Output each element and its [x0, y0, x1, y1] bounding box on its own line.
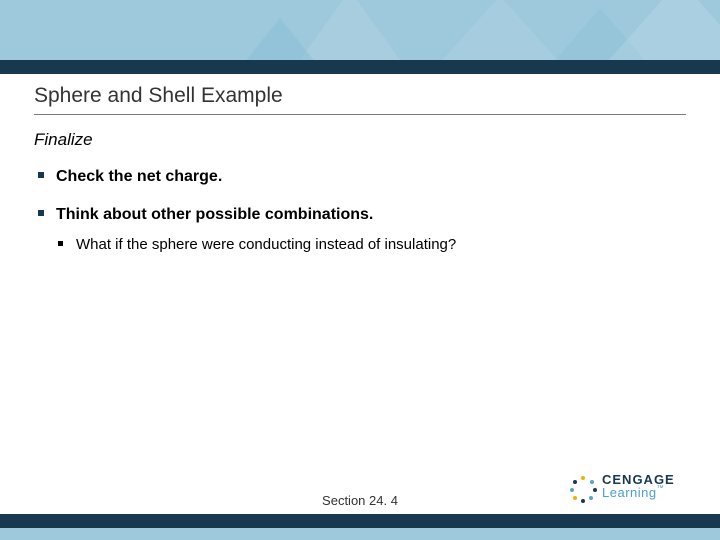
bullet-list: Check the net charge. Think about other …	[34, 166, 680, 255]
trademark-icon: ™	[657, 485, 665, 492]
footer-dark-band	[0, 514, 720, 528]
sub-bullet-list: What if the sphere were conducting inste…	[56, 235, 680, 255]
bullet-text: Check the net charge.	[56, 168, 222, 185]
slide: Sphere and Shell Example Finalize Check …	[0, 0, 720, 540]
sub-bullet-text: What if the sphere were conducting inste…	[76, 236, 456, 253]
title-area: Sphere and Shell Example	[34, 84, 686, 115]
list-item: Check the net charge.	[34, 166, 680, 188]
header-dark-band	[0, 60, 720, 74]
footer-light-band	[0, 528, 720, 540]
slide-title: Sphere and Shell Example	[34, 84, 686, 108]
body-area: Finalize Check the net charge. Think abo…	[34, 130, 680, 271]
sub-list-item: What if the sphere were conducting inste…	[56, 235, 680, 255]
header-light-band	[0, 0, 720, 60]
list-item: Think about other possible combinations.…	[34, 204, 680, 256]
logo-line1: CENGAGE	[602, 472, 698, 487]
bullet-text: Think about other possible combinations.	[56, 206, 373, 223]
title-underline	[34, 114, 686, 115]
subheading: Finalize	[34, 130, 680, 150]
section-label: Section 24. 4	[0, 493, 720, 508]
